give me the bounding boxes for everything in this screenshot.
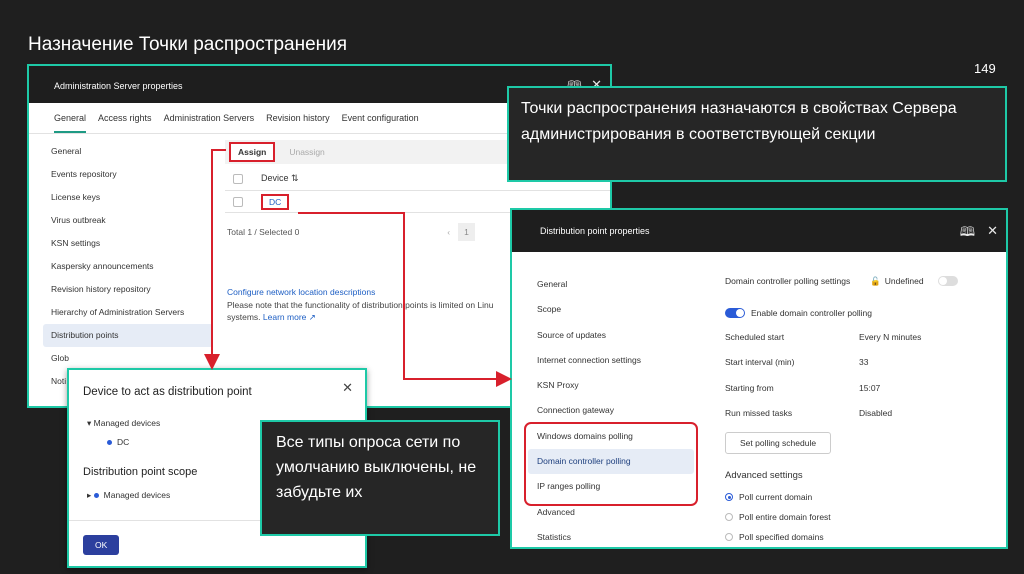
close-icon[interactable]: ✕ — [987, 223, 998, 245]
tab-access-rights[interactable]: Access rights — [98, 113, 152, 133]
setting-row: Starting from 15:07 — [725, 375, 995, 401]
sidebar-item-connection-gateway[interactable]: Connection gateway — [528, 398, 694, 423]
undefined-label: Undefined — [884, 276, 924, 286]
sidebar-item-hierarchy[interactable]: Hierarchy of Administration Servers — [43, 301, 213, 324]
settings-header: Domain controller polling settings 🔓 Und… — [725, 270, 995, 292]
enable-polling-label: Enable domain controller polling — [751, 308, 872, 318]
total-count: Total 1 / Selected 0 — [227, 227, 300, 237]
caret-right-icon[interactable]: ▸ — [87, 490, 91, 500]
setting-row: Run missed tasks Disabled — [725, 401, 995, 427]
radio-button[interactable] — [725, 493, 733, 501]
tab-event-configuration[interactable]: Event configuration — [342, 113, 419, 133]
dp-sidebar: General Scope Source of updates Internet… — [528, 272, 694, 547]
domain-controller-polling-panel: Domain controller polling settings 🔓 Und… — [725, 270, 995, 547]
polling-highlight-frame — [524, 422, 698, 506]
chevron-left-icon[interactable]: ‹ — [447, 227, 450, 237]
slide-title: Назначение Точки распространения — [28, 34, 348, 55]
radio-label: Poll current domain — [739, 492, 813, 502]
sidebar-item-distribution-points[interactable]: Distribution points — [43, 324, 213, 347]
sidebar-item-general[interactable]: General — [528, 272, 694, 297]
set-polling-schedule-button[interactable]: Set polling schedule — [725, 432, 832, 454]
undefined-lock: 🔓 Undefined — [870, 275, 958, 287]
settings-title: Domain controller polling settings — [725, 276, 851, 286]
tab-general[interactable]: General — [54, 113, 87, 133]
tree-label: DC — [117, 437, 130, 447]
sidebar-item-license-keys[interactable]: License keys — [43, 186, 213, 209]
close-icon[interactable]: ✕ — [342, 380, 353, 396]
radio-poll-specified-domains[interactable]: Poll specified domains — [725, 527, 995, 547]
selected-dot-icon — [107, 440, 112, 446]
callout-assign-info: Точки распространения назначаются в свой… — [507, 86, 1007, 182]
radio-poll-current-domain[interactable]: Poll current domain — [725, 487, 995, 507]
dialog-title: Device to act as distribution point — [83, 386, 252, 398]
setting-value: Disabled — [859, 408, 893, 419]
selected-dot-icon — [93, 493, 99, 499]
sidebar-item-internet-connection[interactable]: Internet connection settings — [528, 348, 694, 373]
radio-label: Poll entire domain forest — [739, 512, 831, 522]
device-link-dc[interactable]: DC — [261, 193, 290, 210]
radio-poll-entire-forest[interactable]: Poll entire domain forest — [725, 507, 995, 527]
sidebar-item-revision-history-repository[interactable]: Revision history repository — [43, 278, 213, 301]
window-title: Administration Server properties — [54, 81, 183, 91]
tab-administration-servers[interactable]: Administration Servers — [164, 113, 255, 133]
sidebar-item-ksn-proxy[interactable]: KSN Proxy — [528, 373, 694, 398]
assign-button[interactable]: Assign — [229, 142, 276, 162]
sidebar-item-kaspersky-announcements[interactable]: Kaspersky announcements — [43, 255, 213, 278]
sidebar-item-events-repository[interactable]: Events repository — [43, 163, 213, 186]
row-checkbox[interactable] — [233, 196, 243, 207]
note-text-2: systems. — [227, 312, 261, 322]
sidebar-item-global[interactable]: Glob — [43, 347, 213, 370]
tab-revision-history[interactable]: Revision history — [266, 113, 330, 133]
window-header: Distribution point properties 🕮 ✕ — [512, 210, 1006, 252]
page-number-button[interactable]: 1 — [458, 223, 475, 241]
unassign-button[interactable]: Unassign — [289, 147, 324, 157]
window-title: Distribution point properties — [540, 226, 650, 236]
page-number: 149 — [974, 61, 996, 76]
caret-down-icon[interactable]: ▾ — [87, 418, 91, 428]
learn-more-link[interactable]: Learn more ↗ — [263, 312, 316, 322]
callout-polling-info: Все типы опроса сети по умолчанию выключ… — [260, 420, 500, 536]
setting-row: Scheduled start Every N minutes — [725, 324, 995, 350]
radio-button[interactable] — [725, 513, 733, 521]
poll-scope-radio-group: Poll current domain Poll entire domain f… — [725, 487, 995, 547]
advanced-settings-title: Advanced settings — [725, 470, 803, 481]
lock-icon: 🔓 — [870, 275, 881, 286]
sidebar-item-virus-outbreak[interactable]: Virus outbreak — [43, 209, 213, 232]
enable-polling-toggle[interactable] — [725, 308, 745, 318]
setting-key: Scheduled start — [725, 331, 785, 342]
undefined-toggle[interactable] — [937, 276, 958, 286]
sidebar-item-source-of-updates[interactable]: Source of updates — [528, 323, 694, 348]
ok-button[interactable]: OK — [83, 535, 120, 555]
sidebar-item-statistics[interactable]: Statistics — [528, 525, 694, 547]
enable-row: Enable domain controller polling — [725, 302, 995, 324]
column-device[interactable]: Device ⇅ — [261, 173, 299, 184]
sidebar-item-general[interactable]: General — [43, 140, 213, 163]
radio-button[interactable] — [725, 533, 733, 541]
setting-key: Starting from — [725, 382, 774, 393]
setting-row: Start interval (min) 33 — [725, 350, 995, 376]
distribution-point-properties-window: Distribution point properties 🕮 ✕ Genera… — [510, 208, 1008, 549]
sidebar-item-scope[interactable]: Scope — [528, 297, 694, 322]
setting-value: 15:07 — [859, 382, 881, 393]
tree-label: Managed devices — [103, 490, 171, 500]
setting-key: Run missed tasks — [725, 408, 793, 419]
setting-key: Start interval (min) — [725, 357, 795, 368]
pagination: ‹ 1 — [447, 223, 475, 241]
select-all-checkbox[interactable] — [233, 173, 243, 184]
admin-sidebar: General Events repository License keys V… — [43, 140, 213, 393]
radio-label: Poll specified domains — [739, 532, 824, 542]
tree-label: Managed devices — [93, 418, 161, 428]
setting-value: Every N minutes — [859, 331, 922, 342]
setting-value: 33 — [859, 357, 869, 368]
sidebar-item-ksn-settings[interactable]: KSN settings — [43, 232, 213, 255]
book-icon[interactable]: 🕮 — [960, 223, 975, 245]
